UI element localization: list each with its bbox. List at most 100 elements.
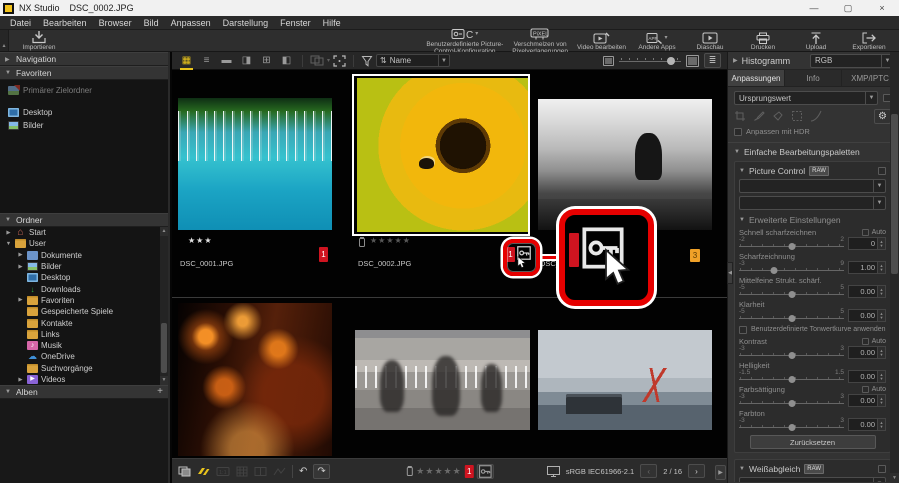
thumbnail-image-street-crossing[interactable] bbox=[355, 330, 530, 430]
add-album-button[interactable]: + bbox=[157, 387, 163, 397]
menu-item-datei[interactable]: Datei bbox=[5, 16, 36, 30]
scroll-down-icon[interactable]: ▼ bbox=[890, 473, 899, 483]
reset-button[interactable]: Zurücksetzen bbox=[750, 435, 876, 449]
filter-funnel-icon[interactable] bbox=[361, 55, 373, 67]
slider-knob[interactable] bbox=[667, 57, 675, 65]
chevron-right-icon[interactable]: ▶ bbox=[17, 252, 24, 258]
star-icon[interactable]: ★ bbox=[395, 236, 403, 245]
menu-item-bild[interactable]: Bild bbox=[139, 16, 164, 30]
tone-curve-checkbox[interactable] bbox=[739, 326, 747, 334]
folder-item-user[interactable]: ▼User bbox=[0, 238, 168, 249]
scrollbar-thumb[interactable] bbox=[161, 323, 167, 373]
retouch-brush-icon[interactable] bbox=[753, 110, 765, 122]
folder-item-bilder[interactable]: ▶Bilder bbox=[0, 261, 168, 272]
filmstrip-panel-toggle[interactable]: ≣ bbox=[704, 53, 721, 68]
close-button[interactable]: × bbox=[865, 3, 899, 13]
thumbnail-overlay-toggle-icon[interactable] bbox=[178, 466, 191, 477]
rating-candidate-icon[interactable] bbox=[358, 236, 366, 248]
rating-stars[interactable]: ★★★★★ bbox=[370, 236, 411, 245]
folder-item-start[interactable]: ▶⌂Start bbox=[0, 227, 168, 238]
advanced-settings-header[interactable]: ▼ Erweiterte Einstellungen bbox=[739, 214, 886, 226]
menu-item-fenster[interactable]: Fenster bbox=[275, 16, 316, 30]
label-filter-icon[interactable] bbox=[197, 466, 210, 477]
previous-image-button[interactable]: ‹ bbox=[640, 464, 657, 478]
folder-item-musik[interactable]: ♪Musik bbox=[0, 340, 168, 351]
slider-track[interactable] bbox=[739, 400, 844, 407]
other-apps-button[interactable]: APP▾Andere Apps bbox=[631, 30, 683, 51]
import-button[interactable]: Importieren bbox=[9, 30, 69, 51]
spinner[interactable]: ▲▼ bbox=[878, 370, 886, 383]
slideshow-button[interactable]: Diaschau bbox=[684, 30, 736, 51]
menu-item-browser[interactable]: Browser bbox=[94, 16, 137, 30]
chevron-down-icon[interactable]: ▼ bbox=[5, 241, 12, 247]
folder-item-kontakte[interactable]: Kontakte bbox=[0, 317, 168, 328]
picture-control-header[interactable]: ▼ Picture Control RAW bbox=[739, 165, 886, 177]
rating-stars[interactable]: ★★★★★ bbox=[416, 466, 461, 477]
value-field[interactable]: 0 bbox=[848, 237, 878, 250]
export-button[interactable]: Exportieren bbox=[843, 30, 895, 51]
slider-thumb[interactable] bbox=[770, 267, 777, 274]
value-field[interactable]: 0.00 bbox=[848, 394, 878, 407]
menu-item-darstellung[interactable]: Darstellung bbox=[218, 16, 274, 30]
chevron-right-icon[interactable]: ▶ bbox=[17, 377, 24, 383]
folder-item-desktop[interactable]: Desktop bbox=[0, 272, 168, 283]
pixel-merge-button[interactable]: PiXELVerschmelzen vonPixelverlagerungen bbox=[508, 27, 572, 55]
list-view-icon[interactable]: ≡ bbox=[198, 54, 215, 68]
menu-item-bearbeiten[interactable]: Bearbeiten bbox=[38, 16, 92, 30]
navigation-header[interactable]: ▶ Navigation bbox=[0, 52, 168, 66]
auto-checkbox[interactable]: Auto bbox=[862, 338, 886, 345]
chevron-right-icon[interactable]: ▶ bbox=[5, 230, 12, 236]
slider-track[interactable] bbox=[739, 291, 844, 298]
star-icon[interactable]: ★ bbox=[204, 236, 212, 245]
tab-info[interactable]: Info bbox=[785, 70, 842, 86]
slider-thumb[interactable] bbox=[788, 291, 795, 298]
gear-icon[interactable]: ⚙ bbox=[874, 109, 891, 124]
chevron-down-icon[interactable]: ▾ bbox=[327, 58, 330, 64]
undo-icon[interactable]: ↶ bbox=[299, 466, 307, 477]
single-image-view-icon[interactable]: ▬ bbox=[218, 54, 235, 68]
value-field[interactable]: 1.00 bbox=[848, 261, 878, 274]
spinner[interactable]: ▲▼ bbox=[878, 261, 886, 274]
white-balance-header[interactable]: ▼ Weißabgleich RAW bbox=[739, 463, 886, 475]
slider-track[interactable] bbox=[739, 376, 844, 383]
histogram-channel-dropdown[interactable]: RGB ▼ bbox=[810, 54, 894, 68]
auto-checkbox[interactable]: Auto bbox=[862, 229, 886, 236]
star-icon[interactable]: ★ bbox=[416, 466, 425, 476]
folder-item-gespeicherte-spiele[interactable]: Gespeicherte Spiele bbox=[0, 306, 168, 317]
folder-item-dokumente[interactable]: ▶Dokumente bbox=[0, 250, 168, 261]
favorite-item-bilder[interactable]: Bilder bbox=[0, 119, 168, 132]
value-field[interactable]: 0.00 bbox=[848, 346, 878, 359]
thumbnail-image-lantern-alley[interactable] bbox=[178, 303, 332, 456]
auto-checkbox[interactable]: Auto bbox=[862, 386, 886, 393]
spinner[interactable]: ▲▼ bbox=[878, 418, 886, 431]
fullscreen-icon[interactable] bbox=[333, 55, 346, 67]
grid-overlay-icon[interactable] bbox=[236, 466, 248, 477]
simple-palettes-header[interactable]: ▼ Einfache Bearbeitungspaletten bbox=[734, 146, 891, 158]
white-balance-checkbox[interactable] bbox=[878, 465, 886, 473]
star-icon[interactable]: ★ bbox=[453, 466, 462, 476]
slider-track[interactable] bbox=[739, 424, 844, 431]
picture-control-button[interactable]: C▾Benutzerdefinierte Picture-Control-Kon… bbox=[422, 27, 507, 55]
split-view-icon[interactable] bbox=[254, 466, 267, 477]
image-map-view-icon[interactable]: ◧ bbox=[278, 54, 295, 68]
thumbnail-image-dsc0001[interactable] bbox=[178, 98, 332, 230]
scroll-up-icon[interactable]: ▲ bbox=[160, 227, 168, 236]
toolbar-collapse-button[interactable]: ▴ bbox=[0, 30, 9, 51]
star-icon[interactable]: ★ bbox=[386, 236, 394, 245]
slider-thumb[interactable] bbox=[788, 376, 795, 383]
straighten-tool-icon[interactable] bbox=[791, 110, 803, 122]
spinner[interactable]: ▲▼ bbox=[878, 346, 886, 359]
chevron-right-icon[interactable]: ▶ bbox=[17, 264, 24, 270]
thumbnail-size-slider[interactable] bbox=[619, 56, 681, 66]
sort-dropdown[interactable]: ⇅ Name ▼ bbox=[376, 54, 450, 67]
slider-thumb[interactable] bbox=[788, 352, 795, 359]
thumbnail-image-harbor[interactable] bbox=[538, 330, 712, 430]
upload-button[interactable]: Upload bbox=[790, 30, 842, 51]
folder-item-suchvorg-nge[interactable]: Suchvorgänge bbox=[0, 363, 168, 374]
folder-item-favoriten[interactable]: ▶Favoriten bbox=[0, 295, 168, 306]
histogram-overlay-icon[interactable] bbox=[273, 466, 286, 477]
folder-item-links[interactable]: Links bbox=[0, 329, 168, 340]
color-control-point-icon[interactable] bbox=[772, 110, 784, 122]
spinner[interactable]: ▲▼ bbox=[878, 237, 886, 250]
folder-item-onedrive[interactable]: ☁OneDrive bbox=[0, 351, 168, 362]
